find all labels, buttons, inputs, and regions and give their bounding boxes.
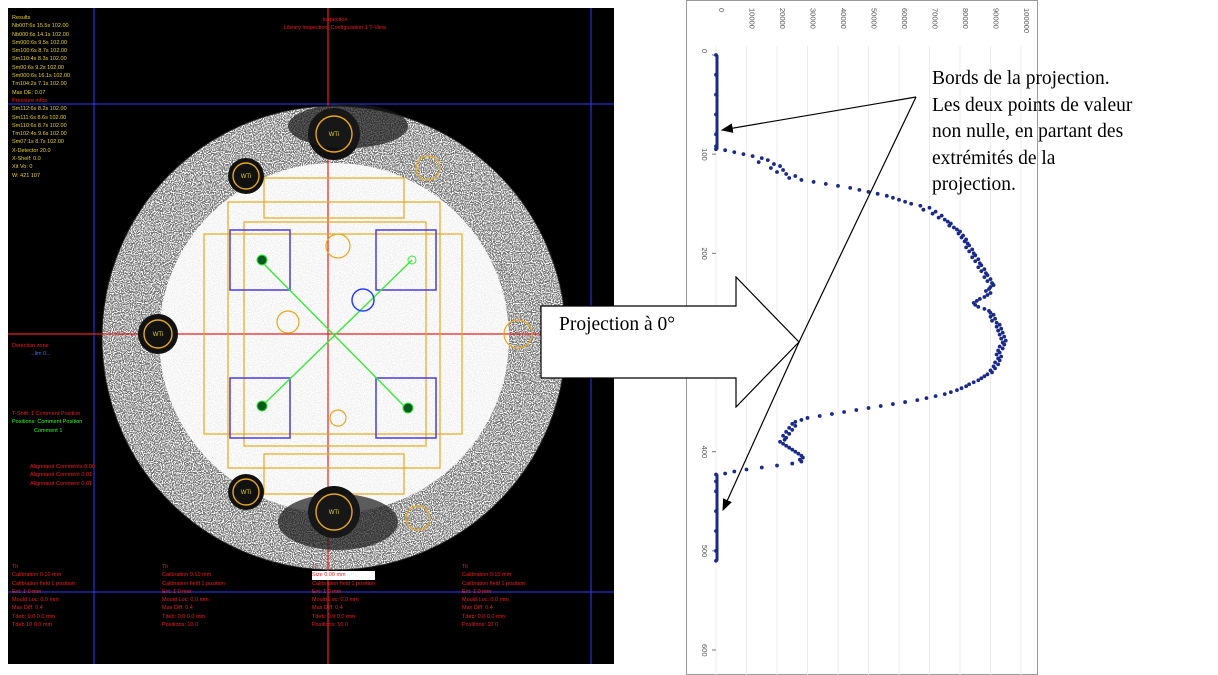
annotation-text: Bords de la projection. Les deux points … (932, 66, 1218, 199)
annotation-line-2: Les deux points de valeur (932, 94, 1133, 116)
annotation-line-4: extrémités de la (932, 147, 1056, 169)
annotation-line-1: Bords de la projection. (932, 68, 1110, 89)
annotation-line-5: projection. (932, 174, 1016, 195)
annotation-line-3: non nulle, en partant des (932, 121, 1124, 142)
